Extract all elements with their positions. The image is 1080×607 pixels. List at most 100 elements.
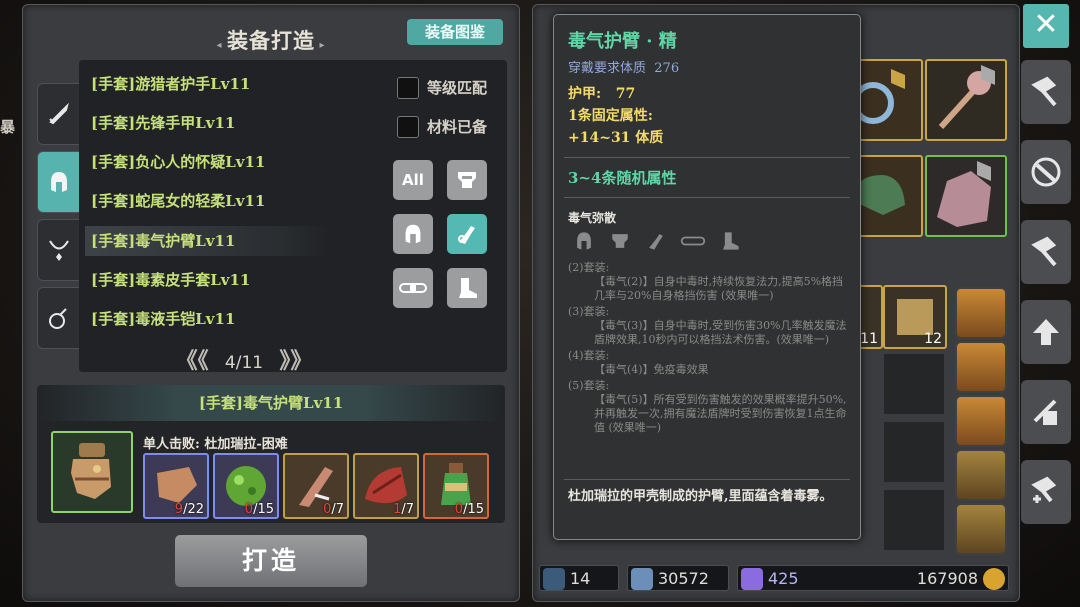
tab-accessory[interactable] bbox=[37, 219, 81, 281]
item-description: 杜加瑞拉的甲壳制成的护臂,里面蕴含着毒雾。 bbox=[568, 489, 833, 504]
boots-icon bbox=[723, 232, 739, 250]
filter-shoulder-button[interactable] bbox=[447, 160, 487, 200]
gloves-icon bbox=[71, 443, 111, 499]
helmet-icon bbox=[51, 172, 67, 192]
result-item-slot[interactable] bbox=[51, 431, 133, 513]
filter-belt-button[interactable] bbox=[393, 268, 433, 308]
filter-boots-button[interactable] bbox=[447, 268, 487, 308]
tool-button[interactable] bbox=[1021, 380, 1071, 444]
set-pieces bbox=[572, 229, 742, 253]
req-label: 穿戴要求体质 bbox=[568, 61, 647, 76]
list-item[interactable]: [手套]毒素皮手套Lv11 bbox=[91, 265, 331, 295]
divider bbox=[564, 157, 850, 158]
gold-coin-icon bbox=[983, 568, 1005, 590]
forge-hammer-icon bbox=[1031, 76, 1057, 107]
forge-button[interactable]: 打造 bbox=[175, 535, 367, 587]
list-item-selected[interactable]: [手套]毒气护臂Lv11 bbox=[85, 226, 331, 256]
filter-helmet-button[interactable] bbox=[393, 214, 433, 254]
crystal-icon bbox=[631, 568, 653, 590]
belt-icon bbox=[680, 236, 706, 246]
enchant-icon bbox=[1031, 476, 1057, 503]
bag-slot[interactable] bbox=[955, 503, 1007, 555]
inventory-cell[interactable] bbox=[883, 421, 945, 483]
materials-ready-label: 材料已备 bbox=[427, 118, 488, 136]
set-bonus-text: 【毒气(4)】免疫毒效果 bbox=[594, 363, 709, 376]
list-item[interactable]: [手套]先锋手甲Lv11 bbox=[91, 108, 331, 138]
list-item[interactable]: [手套]负心人的怀疑Lv11 bbox=[91, 147, 331, 177]
material-slot[interactable]: 9/22 bbox=[143, 453, 209, 519]
tool-button[interactable] bbox=[1021, 220, 1071, 284]
tool-button[interactable] bbox=[1021, 60, 1071, 124]
materials-ready-checkbox[interactable] bbox=[397, 116, 419, 138]
equipment-atlas-button[interactable]: 装备图鉴 bbox=[407, 19, 503, 45]
divider bbox=[564, 197, 850, 198]
bag-slot[interactable] bbox=[955, 449, 1007, 501]
inventory-item[interactable]: 12 bbox=[883, 285, 947, 349]
set-bonus-label: (2)套装: bbox=[568, 261, 610, 274]
gloves-icon bbox=[458, 226, 475, 244]
bag-slot[interactable] bbox=[955, 395, 1007, 447]
equipment-slot[interactable] bbox=[925, 59, 1007, 141]
set-bonus-label: (4)套装: bbox=[568, 349, 610, 362]
material-have: 0 bbox=[454, 502, 464, 517]
filter-gloves-button[interactable] bbox=[447, 214, 487, 254]
inventory-cell[interactable] bbox=[883, 489, 945, 551]
bag-slot[interactable] bbox=[955, 341, 1007, 393]
armor-value: 77 bbox=[615, 86, 636, 102]
set-bonus-list: (2)套装: 【毒气(2)】自身中毒时,持续恢复法力,提高5%格挡几率与20%自… bbox=[568, 261, 848, 435]
list-item[interactable]: [手套]毒液手铠Lv11 bbox=[91, 304, 331, 334]
material-need: /15 bbox=[463, 502, 484, 517]
pager-next-button[interactable]: 》》 bbox=[279, 349, 312, 374]
bag-slot[interactable] bbox=[955, 287, 1007, 339]
material-need: /22 bbox=[183, 502, 204, 517]
material-have: 9 bbox=[174, 502, 184, 517]
level-match-checkbox[interactable] bbox=[397, 77, 419, 99]
gold-value: 167908 bbox=[916, 569, 978, 588]
material-slot[interactable]: 0/15 bbox=[213, 453, 279, 519]
item-count: 12 bbox=[924, 331, 942, 347]
resource-value: 14 bbox=[570, 569, 591, 588]
pager: 《《 4/11 》》 bbox=[79, 343, 409, 375]
material-slot[interactable]: 0/15 bbox=[423, 453, 489, 519]
pager-value: 4/11 bbox=[224, 353, 264, 373]
material-need: /7 bbox=[401, 502, 414, 517]
tool-button[interactable] bbox=[1021, 140, 1071, 204]
sword-icon bbox=[49, 102, 69, 125]
resource-crystal: 30572 bbox=[627, 565, 729, 591]
material-slot[interactable]: 1/7 bbox=[353, 453, 419, 519]
list-item[interactable]: [手套]游猎者护手Lv11 bbox=[91, 69, 331, 99]
set-bonus-text: 【毒气(5)】所有受到伤害触发的效果概率提升50%,并再触发一次,拥有魔法盾牌时… bbox=[594, 393, 847, 434]
inventory-cell[interactable] bbox=[883, 353, 945, 415]
material-need: /15 bbox=[253, 502, 274, 517]
resource-wand: 14 bbox=[539, 565, 619, 591]
material-need: /7 bbox=[331, 502, 344, 517]
upgrade-icon bbox=[1033, 319, 1059, 345]
boots-icon bbox=[459, 278, 477, 298]
armor-line: 护甲: 77 bbox=[568, 83, 635, 103]
close-button[interactable]: ✕ bbox=[1023, 4, 1069, 48]
filter-all-button[interactable]: All bbox=[393, 160, 433, 200]
divider bbox=[564, 479, 850, 480]
material-slot[interactable]: 0/7 bbox=[283, 453, 349, 519]
helmet-icon bbox=[405, 224, 421, 244]
necklace-icon bbox=[49, 240, 69, 261]
tooltip-item-name: 毒气护臂 · 精 bbox=[568, 31, 677, 52]
resource-gem: 425 167908 bbox=[737, 565, 1009, 591]
smith-icon bbox=[1031, 236, 1057, 267]
equipment-slot[interactable] bbox=[925, 155, 1007, 237]
shoulder-icon bbox=[612, 234, 628, 248]
recipe-list: [手套]游猎者护手Lv11 [手套]先锋手甲Lv11 [手套]负心人的怀疑Lv1… bbox=[79, 60, 507, 375]
pager-prev-button[interactable]: 《《 bbox=[176, 349, 209, 374]
item-count: 11 bbox=[860, 331, 878, 347]
tab-weapon[interactable] bbox=[37, 83, 81, 145]
tab-armor[interactable] bbox=[37, 151, 81, 213]
gloves-icon bbox=[649, 234, 663, 250]
material-have: 0 bbox=[244, 502, 254, 517]
tool-button[interactable] bbox=[1021, 460, 1071, 524]
tool-button[interactable] bbox=[1021, 300, 1071, 364]
set-bonus-text: 【毒气(3)】自身中毒时,受到伤害30%几率触发魔法盾牌效果,10秒内可以格挡法… bbox=[594, 319, 847, 346]
set-bonus-label: (3)套装: bbox=[568, 305, 610, 318]
disassemble-icon bbox=[1031, 157, 1061, 187]
tab-consumable[interactable] bbox=[37, 287, 81, 349]
list-item[interactable]: [手套]蛇尾女的轻柔Lv11 bbox=[91, 186, 331, 216]
